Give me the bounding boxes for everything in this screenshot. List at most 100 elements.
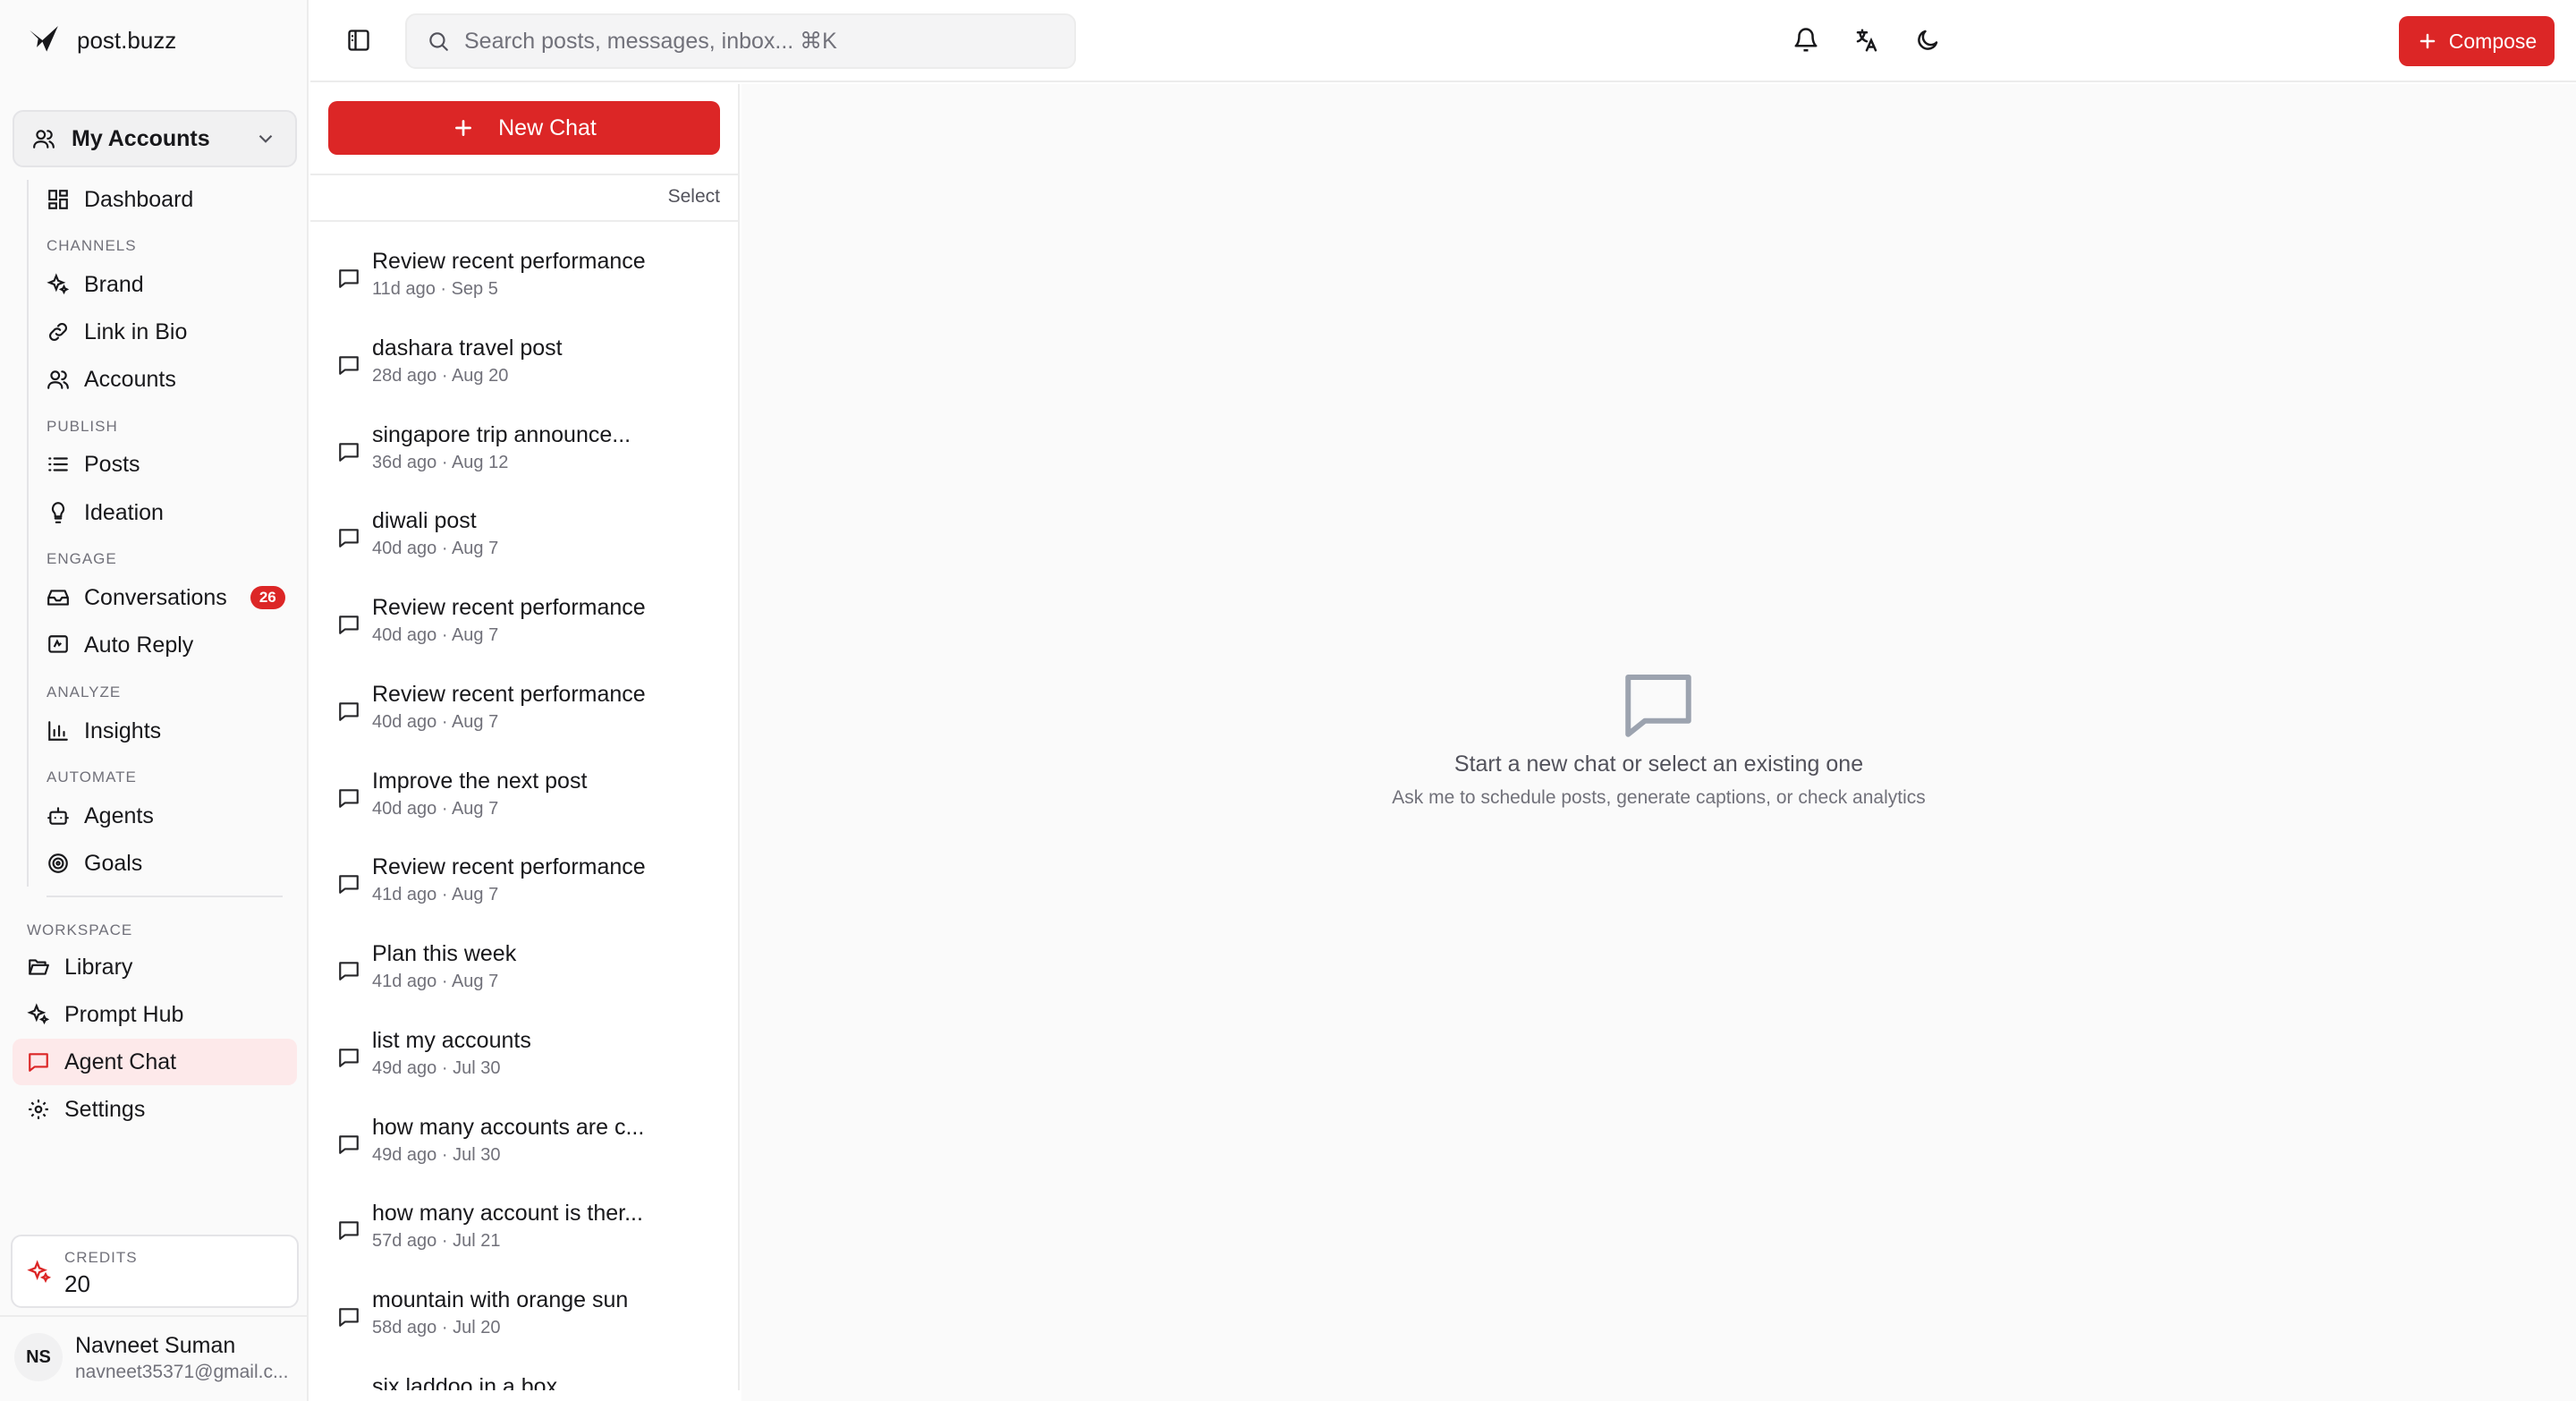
message-square-icon [339, 1221, 359, 1240]
chat-list-item[interactable]: how many account is ther... 57d ago · Ju… [310, 1192, 738, 1278]
sidebar-item-brand[interactable]: Brand [47, 264, 144, 305]
message-square-icon [339, 529, 359, 548]
plus-icon [2419, 33, 2436, 49]
chat-meta: 41d ago · Aug 7 [372, 885, 499, 904]
divider [310, 220, 738, 222]
sidebar-item-settings[interactable]: Settings [13, 1086, 297, 1133]
message-square-icon [339, 789, 359, 808]
chat-title: dashara travel post [372, 335, 563, 361]
sidebar-item-label: Goals [84, 850, 143, 876]
account-selector[interactable]: My Accounts [13, 110, 297, 167]
bot-icon [47, 807, 69, 825]
sidebar-item-insights[interactable]: Insights [47, 710, 161, 751]
chat-list-item[interactable]: dashara travel post 28d ago · Aug 20 [310, 327, 738, 412]
sidebar-item-label: Insights [84, 717, 162, 743]
auto-reply-icon [48, 635, 68, 653]
message-square-icon [339, 702, 359, 721]
bell-icon[interactable] [1792, 27, 1819, 54]
message-square-icon [339, 269, 359, 288]
credits-card[interactable]: CREDITS 20 [11, 1235, 299, 1308]
section-label-workspace: WORKSPACE [27, 921, 133, 938]
message-square-icon [339, 962, 359, 981]
chevron-down-icon [258, 134, 273, 143]
sidebar-item-label: Auto Reply [84, 632, 194, 658]
sidebar-item-agent-chat[interactable]: Agent Chat [13, 1039, 297, 1085]
sidebar-item-posts[interactable]: Posts [47, 444, 140, 485]
section-label-channels: CHANNELS [47, 237, 137, 254]
compose-label: Compose [2448, 29, 2538, 53]
message-square-icon [339, 1308, 359, 1327]
chat-list-item[interactable]: Plan this week 41d ago · Aug 7 [310, 932, 738, 1018]
gear-icon [29, 1100, 48, 1119]
chat-list-item[interactable]: six laddoo in a box [310, 1365, 738, 1390]
chat-list-item[interactable]: diwali post 40d ago · Aug 7 [310, 499, 738, 585]
sidebar-item-prompt-hub[interactable]: Prompt Hub [13, 991, 297, 1038]
chat-list-item[interactable]: Review recent performance 40d ago · Aug … [310, 586, 738, 672]
chat-meta: 28d ago · Aug 20 [372, 366, 509, 386]
select-button[interactable]: Select [668, 186, 720, 208]
chat-title: Review recent performance [372, 249, 646, 274]
sidebar-item-label: Link in Bio [84, 318, 188, 344]
chat-list-item[interactable]: list my accounts 49d ago · Jul 30 [310, 1019, 738, 1105]
user-name: Navneet Suman [75, 1333, 236, 1358]
chat-list-item[interactable]: Review recent performance 41d ago · Aug … [310, 845, 738, 931]
sidebar-item-label: Settings [64, 1096, 146, 1122]
message-square-icon [339, 1049, 359, 1067]
user-email: navneet35371@gmail.c... [75, 1362, 289, 1382]
sidebar-item-label: Dashboard [84, 186, 194, 212]
message-square-icon [339, 616, 359, 634]
sidebar-item-label: Library [64, 954, 133, 980]
chat-list-item[interactable]: singapore trip announce... 36d ago · Aug… [310, 413, 738, 499]
search-bar[interactable] [405, 13, 1076, 69]
chat-title: list my accounts [372, 1028, 531, 1053]
new-chat-button[interactable]: New Chat [328, 101, 720, 155]
sidebar-item-label: Agent Chat [64, 1049, 177, 1074]
sidebar-item-agents[interactable]: Agents [47, 795, 154, 836]
sidebar-item-dashboard[interactable]: Dashboard [47, 179, 193, 220]
user-divider [0, 1315, 309, 1317]
sparkles-icon [27, 1003, 50, 1025]
sidebar-item-ideation[interactable]: Ideation [47, 492, 164, 533]
chat-main-area: Start a new chat or select an existing o… [741, 84, 2576, 1401]
sidebar-item-auto-reply[interactable]: Auto Reply [47, 624, 193, 666]
chat-list-item[interactable]: Review recent performance 11d ago · Sep … [310, 240, 738, 326]
chat-title: Improve the next post [372, 768, 588, 794]
compose-button[interactable]: Compose [2399, 16, 2555, 66]
brand-logo[interactable]: post.buzz [27, 23, 176, 57]
sidebar-item-library[interactable]: Library [13, 944, 297, 990]
search-input[interactable] [464, 28, 1037, 55]
lightbulb-icon [51, 502, 65, 523]
chat-title: Review recent performance [372, 595, 646, 620]
sidebar-item-conversations[interactable]: Conversations 26 [47, 577, 285, 618]
moon-icon[interactable] [1914, 27, 1941, 54]
chat-meta: 49d ago · Jul 30 [372, 1145, 501, 1165]
users-icon [47, 370, 69, 389]
chat-list-item[interactable]: how many accounts are c... 49d ago · Jul… [310, 1106, 738, 1192]
link-icon [49, 323, 67, 341]
chat-list-item[interactable]: Review recent performance 40d ago · Aug … [310, 673, 738, 759]
chat-list-panel: New Chat Select Review recent performanc… [310, 84, 740, 1390]
sidebar-item-label: Prompt Hub [64, 1001, 184, 1027]
sidebar-item-link-in-bio[interactable]: Link in Bio [47, 311, 187, 352]
sidebar-toggle-icon[interactable] [346, 28, 371, 53]
chat-title: Review recent performance [372, 854, 646, 879]
chat-meta: 57d ago · Jul 21 [372, 1231, 501, 1251]
sidebar-item-accounts[interactable]: Accounts [47, 359, 176, 400]
chat-meta: 40d ago · Aug 7 [372, 799, 499, 819]
translate-icon[interactable] [1853, 27, 1880, 54]
message-square-icon [1625, 675, 1691, 737]
chat-list-item[interactable]: mountain with orange sun 58d ago · Jul 2… [310, 1278, 738, 1364]
chat-list-item[interactable]: Improve the next post 40d ago · Aug 7 [310, 760, 738, 845]
avatar[interactable]: NS [14, 1333, 63, 1381]
top-header: Compose [310, 0, 2576, 82]
empty-state-title: Start a new chat or select an existing o… [1453, 751, 1864, 777]
section-label-publish: PUBLISH [47, 418, 118, 435]
dashboard-icon [48, 190, 68, 209]
sidebar-item-label: Agents [84, 802, 154, 828]
conversations-badge: 26 [250, 586, 285, 609]
sparkles-icon [47, 273, 70, 295]
chat-title: mountain with orange sun [372, 1287, 629, 1312]
chat-meta: 49d ago · Jul 30 [372, 1058, 501, 1078]
sidebar-item-label: Brand [84, 271, 144, 297]
sidebar-item-goals[interactable]: Goals [47, 843, 142, 884]
